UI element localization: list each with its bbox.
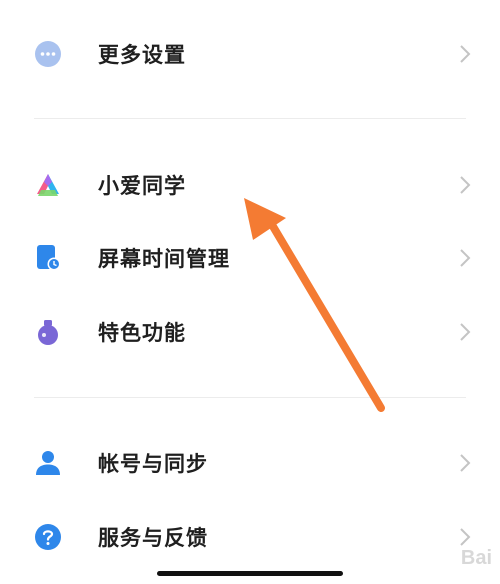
settings-item-label: 小爱同学	[98, 174, 186, 198]
settings-item-label: 服务与反馈	[98, 526, 208, 550]
settings-item-screen-time[interactable]: 屏幕时间管理	[0, 222, 500, 294]
help-icon	[34, 523, 62, 551]
section-divider	[34, 118, 466, 119]
chevron-right-icon	[458, 322, 472, 342]
chevron-right-icon	[458, 527, 472, 547]
chevron-right-icon	[458, 248, 472, 268]
chevron-right-icon	[458, 453, 472, 473]
chevron-right-icon	[458, 175, 472, 195]
settings-item-label: 特色功能	[98, 321, 186, 345]
settings-item-special-features[interactable]: 特色功能	[0, 296, 500, 368]
settings-item-xiaoai[interactable]: 小爱同学	[0, 149, 500, 221]
xiaoai-icon	[34, 171, 62, 199]
settings-item-label: 帐号与同步	[98, 452, 208, 476]
settings-item-label: 更多设置	[98, 43, 186, 67]
home-indicator-bar[interactable]	[157, 571, 343, 576]
more-dots-icon	[34, 40, 62, 68]
screen-time-icon	[34, 244, 62, 272]
account-icon	[34, 449, 62, 477]
settings-item-service-feedback[interactable]: 服务与反馈	[0, 501, 500, 573]
settings-item-label: 屏幕时间管理	[98, 247, 230, 271]
settings-item-account-sync[interactable]: 帐号与同步	[0, 427, 500, 499]
settings-item-more-settings[interactable]: 更多设置	[0, 18, 500, 90]
flask-icon	[34, 318, 62, 346]
chevron-right-icon	[458, 44, 472, 64]
watermark: Bai	[460, 547, 492, 569]
section-divider	[34, 397, 466, 398]
